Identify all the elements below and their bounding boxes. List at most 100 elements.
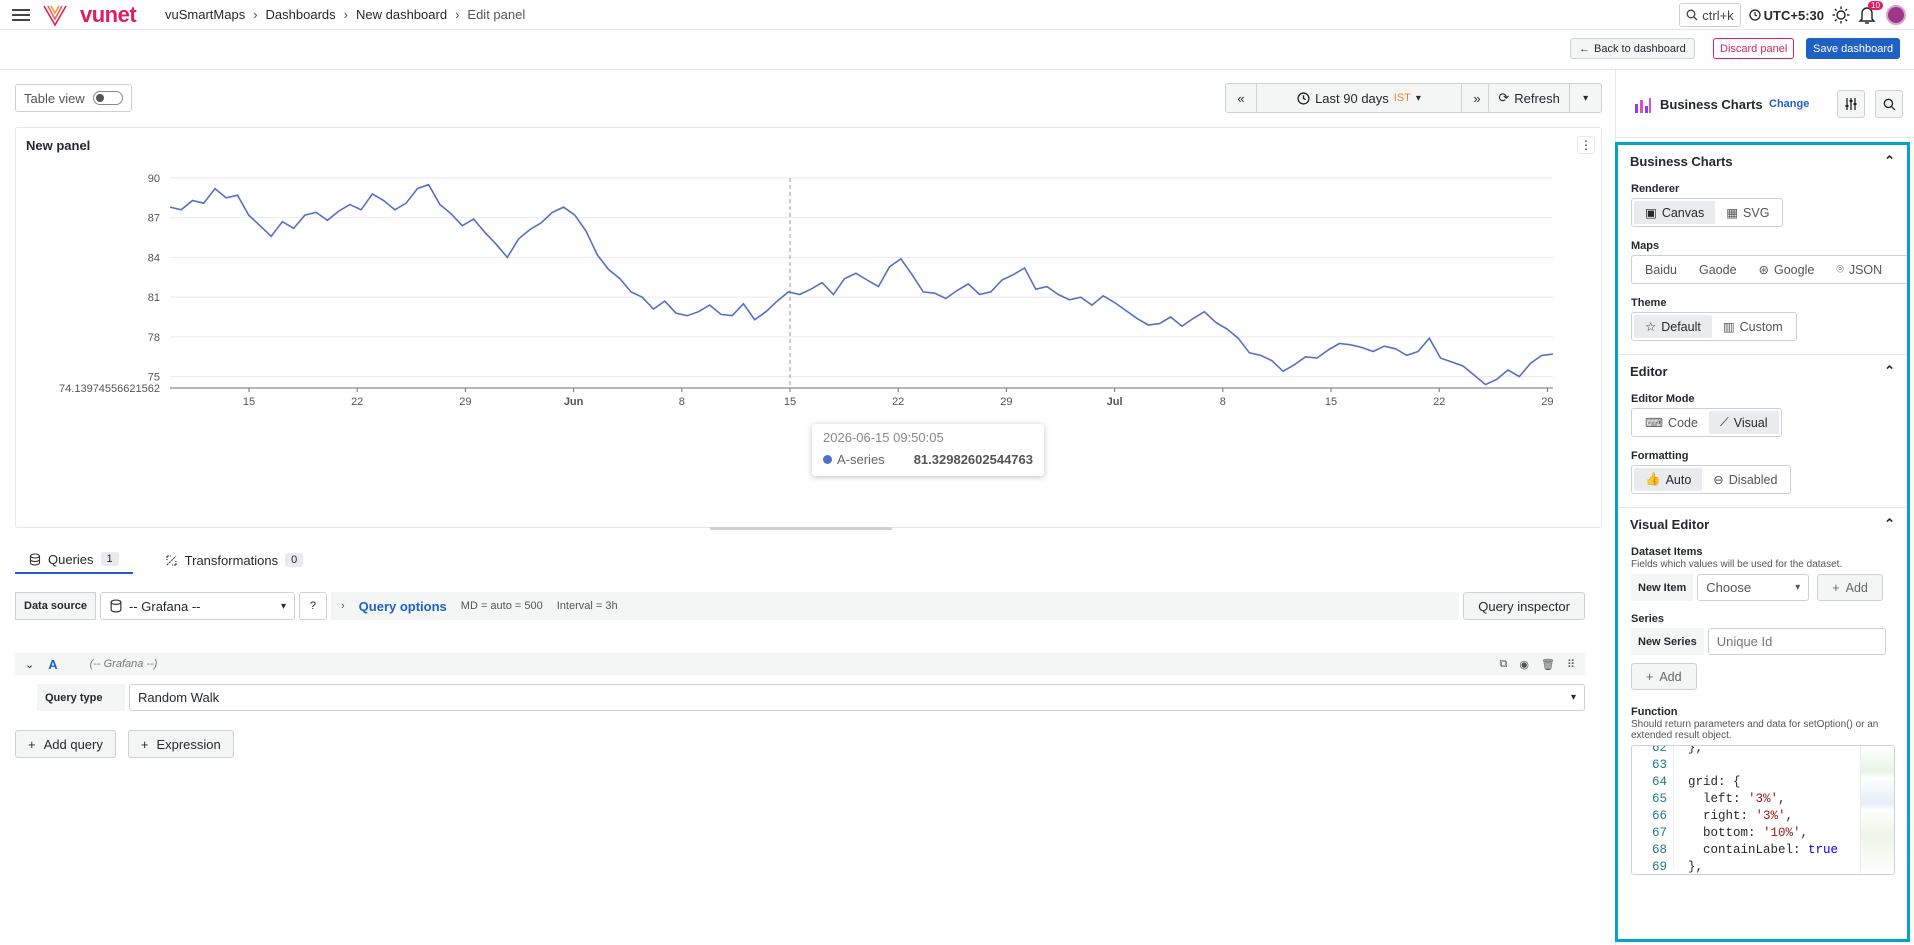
- maps-json-option[interactable]: ⌾ JSON: [1825, 258, 1893, 281]
- back-to-dashboard-button[interactable]: ← Back to dashboard: [1570, 38, 1695, 59]
- section-visual-editor-header[interactable]: Visual Editor ⌃: [1618, 508, 1907, 540]
- toggle-off-icon: ⊖: [1713, 473, 1724, 487]
- line-chart[interactable]: 90878481787574.1397455662156215 22 29 Jun 8 1…: [16, 128, 1603, 529]
- x-tick-label: 29: [1541, 396, 1553, 408]
- line-number: 64: [1651, 775, 1667, 789]
- add-series-button[interactable]: + Add: [1631, 663, 1697, 690]
- vunet-logo-icon[interactable]: [42, 3, 68, 27]
- add-dataset-item-button[interactable]: + Add: [1817, 574, 1883, 601]
- breadcrumb-dashboards[interactable]: Dashboards: [266, 7, 336, 22]
- y-min-label: 74.13974556621562: [59, 383, 160, 395]
- chevron-right-icon: ›: [343, 7, 348, 22]
- max-data-points: MD = auto = 500: [460, 600, 543, 612]
- chevron-up-icon: ⌃: [1884, 363, 1895, 378]
- table-view-toggle[interactable]: Table view: [15, 84, 132, 112]
- expression-button[interactable]: + Expression: [127, 730, 234, 758]
- avatar[interactable]: [1886, 5, 1906, 25]
- theme-default-option[interactable]: ☆ Default: [1634, 315, 1712, 338]
- section-business-charts-header[interactable]: Business Charts ⌃: [1618, 145, 1907, 177]
- breadcrumb-new-dashboard[interactable]: New dashboard: [356, 7, 447, 22]
- trash-icon[interactable]: 🗑: [1541, 658, 1555, 671]
- unique-id-input[interactable]: [1707, 628, 1886, 655]
- time-back-button[interactable]: «: [1226, 84, 1257, 112]
- datasource-row: Data source -- Grafana -- ▾ ? › Query op…: [15, 592, 1585, 620]
- drag-handle-icon[interactable]: ⠿: [1567, 658, 1575, 671]
- renderer-canvas-option[interactable]: ▣ Canvas: [1634, 201, 1716, 224]
- clock-icon: [1297, 91, 1310, 105]
- section-editor-header[interactable]: Editor ⌃: [1618, 355, 1907, 387]
- maps-radio: Baidu Gaode ⊛ Google ⌾ JSON: [1631, 255, 1907, 284]
- tab-queries[interactable]: Queries 1: [15, 546, 133, 574]
- code-line: grid: {: [1688, 775, 1741, 789]
- breadcrumb-vusmartmaps[interactable]: vuSmartMaps: [165, 7, 245, 22]
- maps-google-option[interactable]: ⊛ Google: [1748, 258, 1826, 281]
- add-query-button[interactable]: + Add query: [15, 730, 116, 758]
- toggle-switch[interactable]: [92, 91, 123, 105]
- y-tick-label: 75: [148, 372, 160, 384]
- options-search-button[interactable]: [1875, 90, 1903, 118]
- new-item-row: New Item Choose ▾ + Add: [1631, 574, 1895, 601]
- tab-transformations[interactable]: Transformations 0: [151, 546, 318, 574]
- line-number: 62: [1651, 745, 1667, 755]
- notifications-button[interactable]: 10: [1858, 1, 1883, 25]
- refresh-button[interactable]: ⟳ Refresh: [1489, 84, 1571, 112]
- menu-icon[interactable]: [12, 7, 30, 23]
- panel-resize-handle[interactable]: [710, 527, 892, 530]
- search-button[interactable]: ctrl+k: [1679, 3, 1741, 27]
- discard-panel-button[interactable]: Discard panel: [1713, 38, 1795, 59]
- new-item-label: New Item: [1631, 574, 1694, 601]
- x-tick-label: 22: [892, 396, 904, 408]
- chevron-down-icon: ▾: [280, 600, 286, 612]
- formatting-disabled-option[interactable]: ⊖ Disabled: [1702, 468, 1788, 491]
- question-icon: ?: [309, 600, 317, 612]
- maps-gaode-option[interactable]: Gaode: [1688, 258, 1748, 281]
- y-tick-label: 81: [148, 292, 160, 304]
- x-tick-label: 15: [243, 396, 255, 408]
- double-chevron-right-icon: »: [1473, 90, 1481, 106]
- tooltip-series-name: A-series: [837, 452, 885, 467]
- search-icon: [1686, 9, 1698, 21]
- editor-mode-visual-option[interactable]: ⟋ Visual: [1708, 411, 1779, 434]
- collapse-chevron-icon[interactable]: ⌄: [25, 658, 34, 671]
- maps-baidu-option[interactable]: Baidu: [1634, 258, 1688, 281]
- timezone-button[interactable]: UTC+5:30: [1749, 8, 1824, 23]
- datasource-select[interactable]: -- Grafana -- ▾: [99, 592, 295, 620]
- transform-icon: [166, 554, 177, 566]
- eye-icon[interactable]: ◉: [1519, 658, 1529, 671]
- function-code-editor[interactable]: 62 63 64 65 66 67 68 69 }, grid: { left:…: [1631, 745, 1895, 875]
- formatting-auto-option[interactable]: 👍 Auto: [1634, 468, 1703, 491]
- option-label: SVG: [1743, 205, 1770, 220]
- sun-icon[interactable]: [1832, 6, 1850, 24]
- time-range-picker[interactable]: Last 90 days IST ▾: [1257, 84, 1462, 112]
- code-line: left: '3%',: [1688, 792, 1786, 806]
- option-label: Gaode: [1698, 262, 1737, 277]
- choose-field-select[interactable]: Choose ▾: [1697, 574, 1810, 601]
- section-editor: Editor ⌃ Editor Mode ⌨ Code ⟋ Visual Forma…: [1618, 355, 1907, 508]
- x-tick-label: 29: [1000, 396, 1012, 408]
- renderer-svg-option[interactable]: ▦ SVG: [1715, 201, 1780, 224]
- save-dashboard-button[interactable]: Save dashboard: [1806, 38, 1901, 59]
- x-tick-label: 15: [784, 396, 796, 408]
- theme-custom-option[interactable]: ▥ Custom: [1712, 315, 1794, 338]
- function-label: Function: [1631, 706, 1678, 718]
- x-tick-label: 22: [351, 396, 363, 408]
- y-tick-label: 78: [148, 332, 160, 344]
- x-tick-label: Jun: [564, 396, 584, 408]
- line-number-gutter: 62 63 64 65 66 67 68 69: [1632, 745, 1674, 874]
- option-label: Disabled: [1728, 472, 1778, 487]
- query-letter[interactable]: A: [48, 657, 57, 672]
- option-label: Visual: [1733, 415, 1768, 430]
- duplicate-icon[interactable]: ⧉: [1500, 658, 1508, 671]
- code-minimap[interactable]: [1860, 746, 1894, 874]
- options-filter-button[interactable]: [1837, 90, 1865, 118]
- tooltip-value: 81.32982602544763: [913, 452, 1033, 467]
- query-type-select[interactable]: Random Walk ▾: [129, 684, 1585, 711]
- theme-label: Theme: [1631, 297, 1667, 309]
- help-button[interactable]: ?: [298, 592, 327, 620]
- query-options-bar[interactable]: › Query options MD = auto = 500 Interval…: [330, 592, 1460, 620]
- query-inspector-button[interactable]: Query inspector: [1463, 592, 1585, 620]
- change-visualization-link[interactable]: Change: [1769, 98, 1809, 110]
- notification-badge: 10: [1868, 1, 1883, 10]
- editor-mode-code-option[interactable]: ⌨ Code: [1634, 411, 1709, 434]
- refresh-interval-dropdown[interactable]: ▾: [1570, 84, 1601, 112]
